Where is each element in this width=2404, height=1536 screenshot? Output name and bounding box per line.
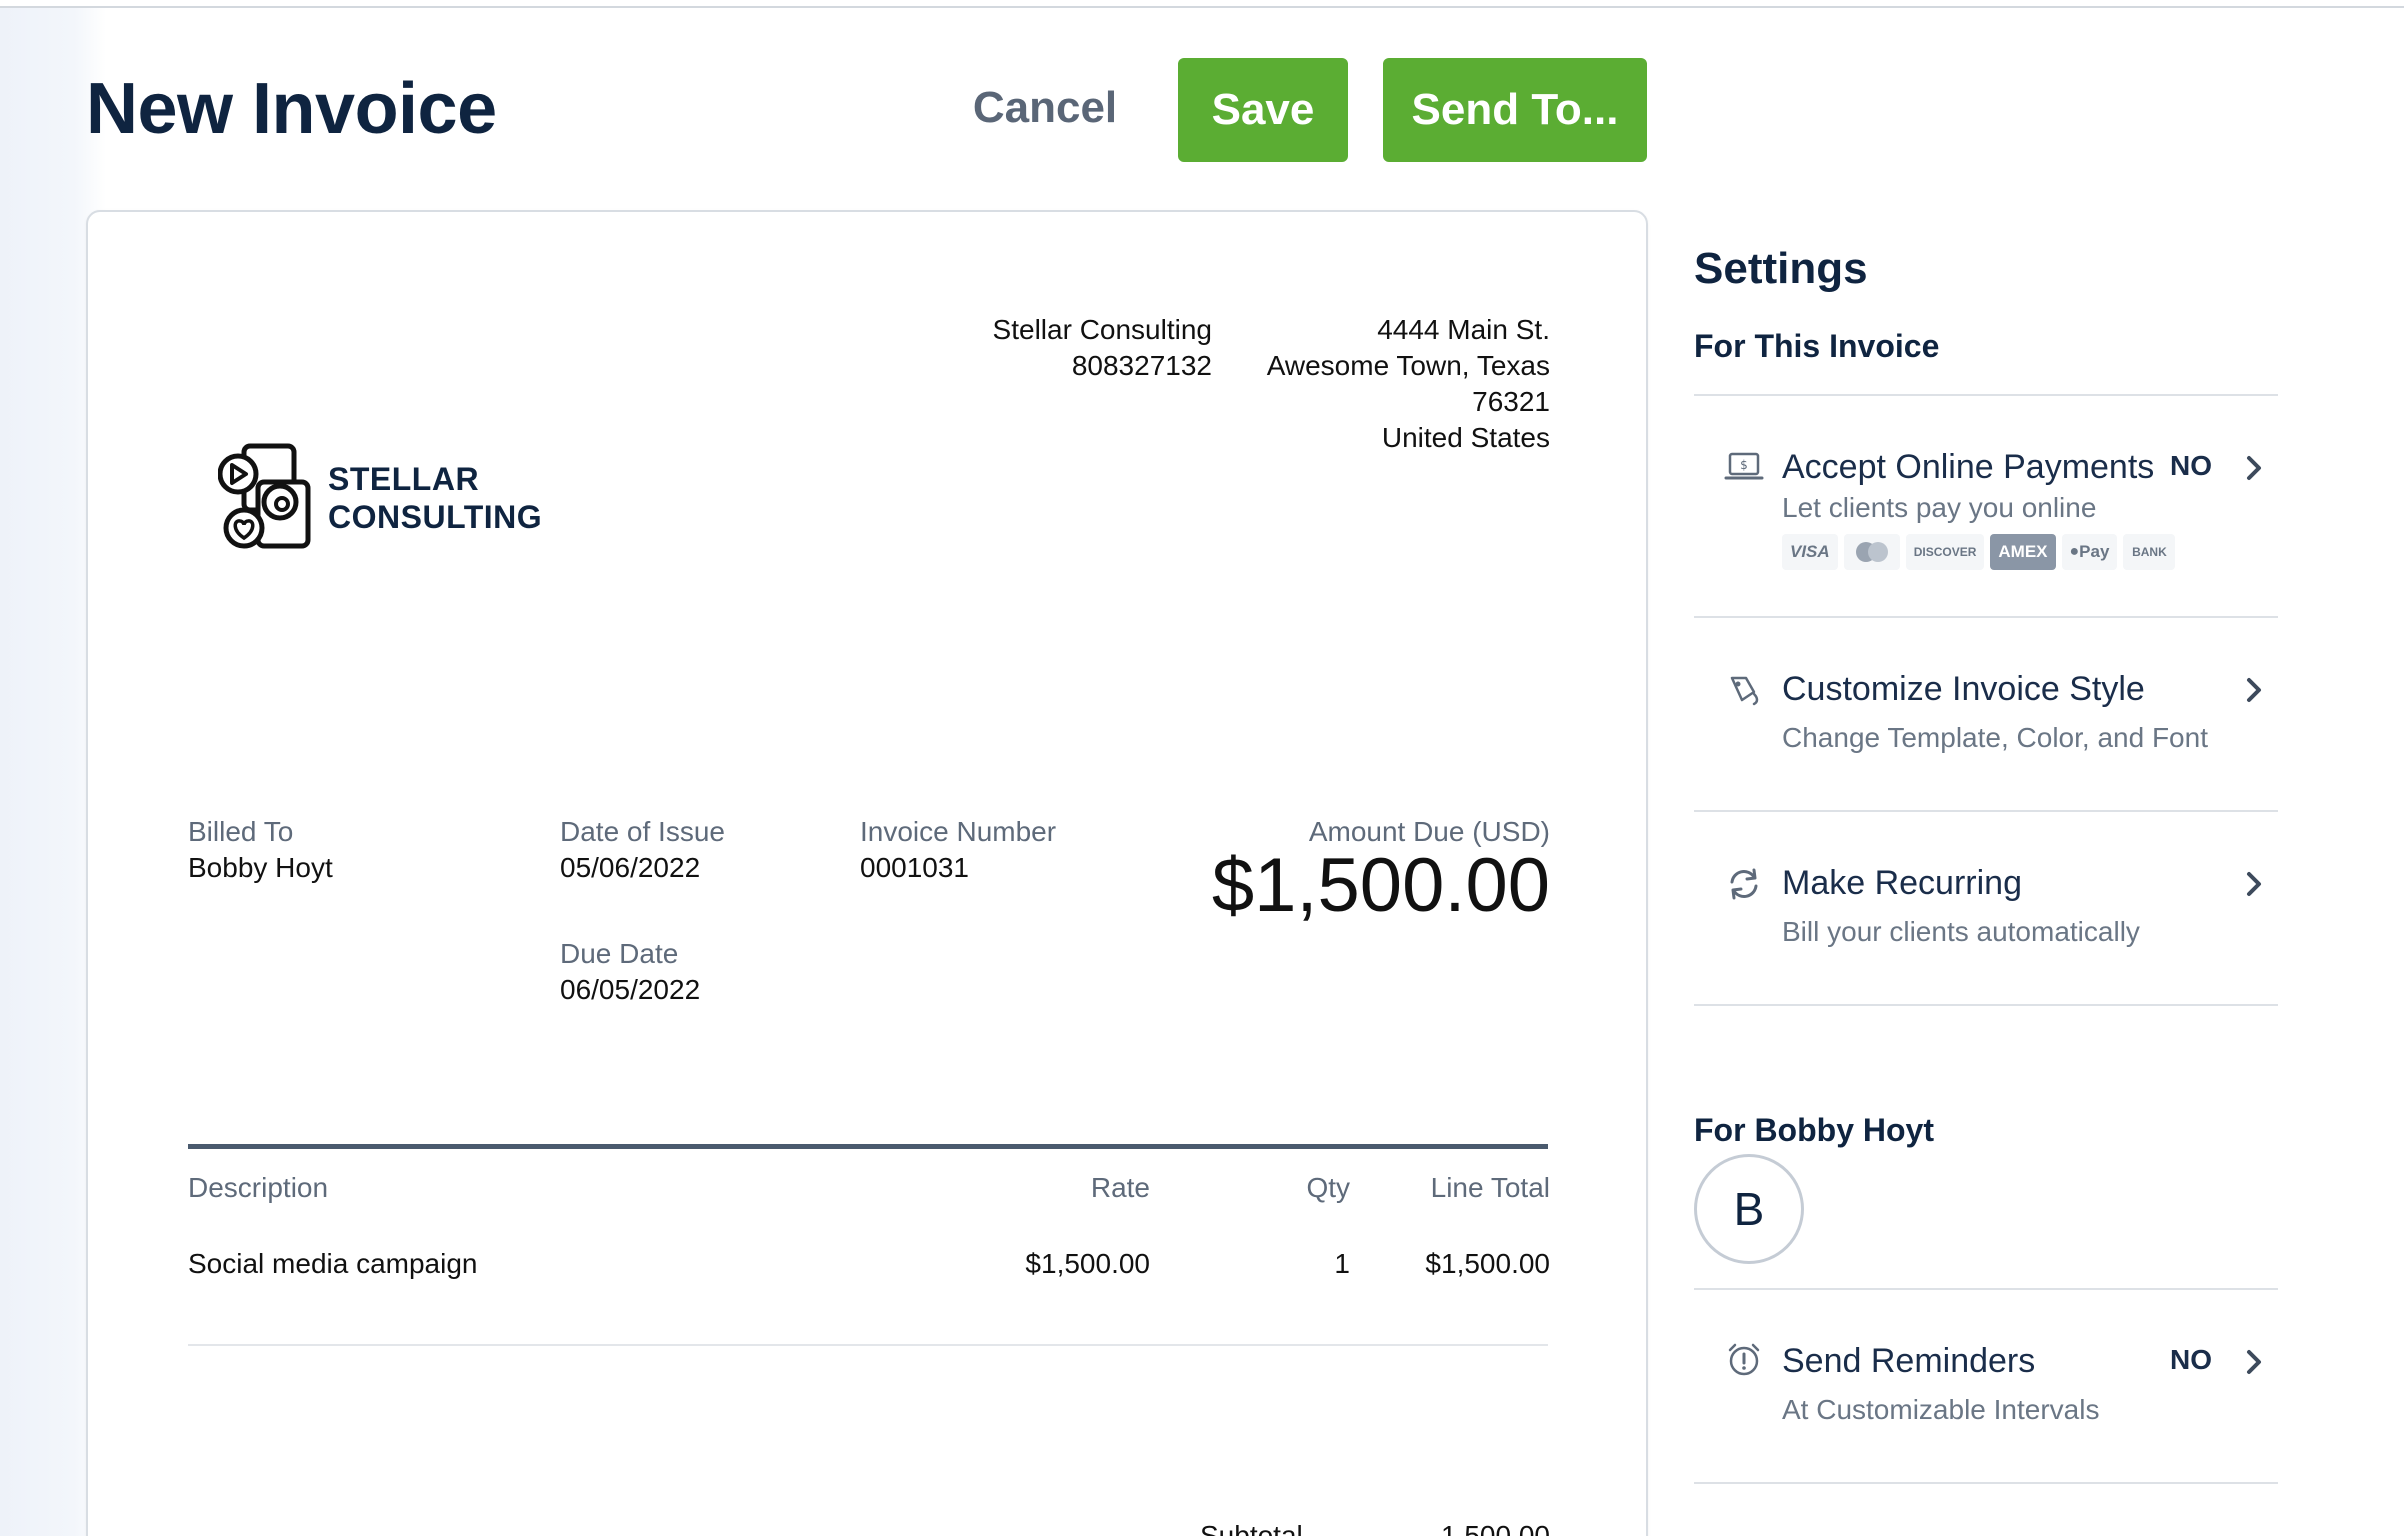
svg-text:$: $ [1740,458,1748,472]
billed-to-value[interactable]: Bobby Hoyt [188,852,333,884]
setting-title: Accept Online Payments [1782,448,2155,486]
discover-logo: DISCOVER [1905,534,1985,570]
status-badge: NO [2170,450,2212,481]
column-header-line-total: Line Total [1430,1172,1550,1203]
for-this-invoice-heading: For This Invoice [1694,328,1940,364]
mastercard-logo [1843,534,1900,570]
date-of-issue-label: Date of Issue [560,816,725,847]
setting-subtitle: Bill your clients automatically [1782,916,2140,947]
invoice-number-value[interactable]: 0001031 [860,852,969,884]
company-phone: 808327132 [1071,350,1212,381]
setting-subtitle: At Customizable Intervals [1782,1394,2100,1425]
address-zip: 76321 [1472,386,1550,417]
laptop-dollar-icon: $ [1724,452,1764,480]
company-name: Stellar Consulting [992,314,1212,345]
apple-pay-logo: ● Pay [2061,534,2118,570]
column-header-qty: Qty [1306,1172,1350,1203]
logo-text-line1: STELLAR [328,461,480,497]
line-item-total: $1,500.00 [1425,1248,1550,1279]
address-street: 4444 Main St. [1377,314,1550,345]
invoice-card: STELLAR CONSULTING Stellar Consulting 80… [86,210,1648,1536]
bank-logo: BANK [2123,534,2176,570]
visa-logo: VISA [1782,534,1838,570]
customize-invoice-style-row[interactable]: Customize Invoice Style Change Template,… [1694,618,2278,810]
line-items-bottom-rule [188,1344,1548,1346]
company-logo[interactable]: STELLAR CONSULTING [218,442,578,572]
address-country: United States [1381,422,1550,453]
avatar[interactable]: B [1694,1154,1804,1264]
company-address[interactable]: 4444 Main St. Awesome Town, Texas 76321 … [1267,312,1550,456]
page-title: New Invoice [86,69,497,149]
subtotal-value: 1,500.00 [1441,1520,1550,1536]
apple-icon: ● [2069,543,2080,560]
send-reminders-row[interactable]: Send Reminders At Customizable Intervals… [1694,1290,2278,1482]
line-item-description[interactable]: Social media campaign [188,1248,478,1280]
column-header-rate: Rate [1090,1172,1150,1203]
top-rule [0,0,2404,8]
setting-subtitle: Let clients pay you online [1782,492,2097,523]
cancel-button[interactable]: Cancel [960,62,1130,154]
logo-text-line2: CONSULTING [328,499,543,535]
settings-divider [1694,1004,2278,1006]
date-of-issue-value[interactable]: 05/06/2022 [560,852,700,884]
chevron-right-icon [2247,456,2261,480]
setting-title: Customize Invoice Style [1782,670,2145,708]
chevron-right-icon [2247,678,2261,702]
send-to-button[interactable]: Send To... [1383,58,1647,162]
status-badge: NO [2170,1344,2212,1375]
logo-text: STELLAR CONSULTING [328,460,542,536]
column-header-description: Description [188,1172,329,1203]
amex-logo: AMEX [1990,534,2056,570]
line-item-rate[interactable]: $1,500.00 [1025,1248,1150,1280]
setting-title: Make Recurring [1782,864,2022,902]
payment-method-logos: VISA DISCOVER AMEX ● Pay BANK [1782,534,2176,570]
settings-title: Settings [1694,244,1868,293]
make-recurring-row[interactable]: Make Recurring Bill your clients automat… [1694,812,2278,1004]
due-date-value[interactable]: 06/05/2022 [560,974,700,1006]
save-button[interactable]: Save [1178,58,1348,162]
chevron-right-icon [2247,872,2261,896]
line-items-top-rule [188,1144,1548,1149]
setting-title: Send Reminders [1782,1342,2036,1380]
chevron-right-icon [2247,1350,2261,1374]
logo-icon [218,443,311,549]
apple-pay-text: Pay [2079,542,2110,561]
amount-due-value: $1,500.00 [1211,843,1550,928]
settings-divider [1694,1482,2278,1484]
paint-brush-icon [1730,676,1759,706]
accept-online-payments-row[interactable]: $ Accept Online Payments Let clients pay… [1694,396,2278,616]
line-item-qty[interactable]: 1 [1334,1248,1350,1280]
due-date-label: Due Date [560,938,679,969]
company-info[interactable]: Stellar Consulting 808327132 [993,312,1212,384]
invoice-number-label: Invoice Number [860,816,1057,847]
setting-subtitle: Change Template, Color, and Font [1782,722,2208,753]
subtotal-label: Subtotal [1200,1520,1303,1536]
billed-to-label: Billed To [188,816,294,847]
refresh-icon [1730,868,1758,900]
alarm-clock-icon [1728,1343,1760,1376]
for-client-heading: For Bobby Hoyt [1694,1112,1934,1148]
mastercard-icon [1855,542,1888,562]
address-city-state: Awesome Town, Texas [1266,350,1550,381]
